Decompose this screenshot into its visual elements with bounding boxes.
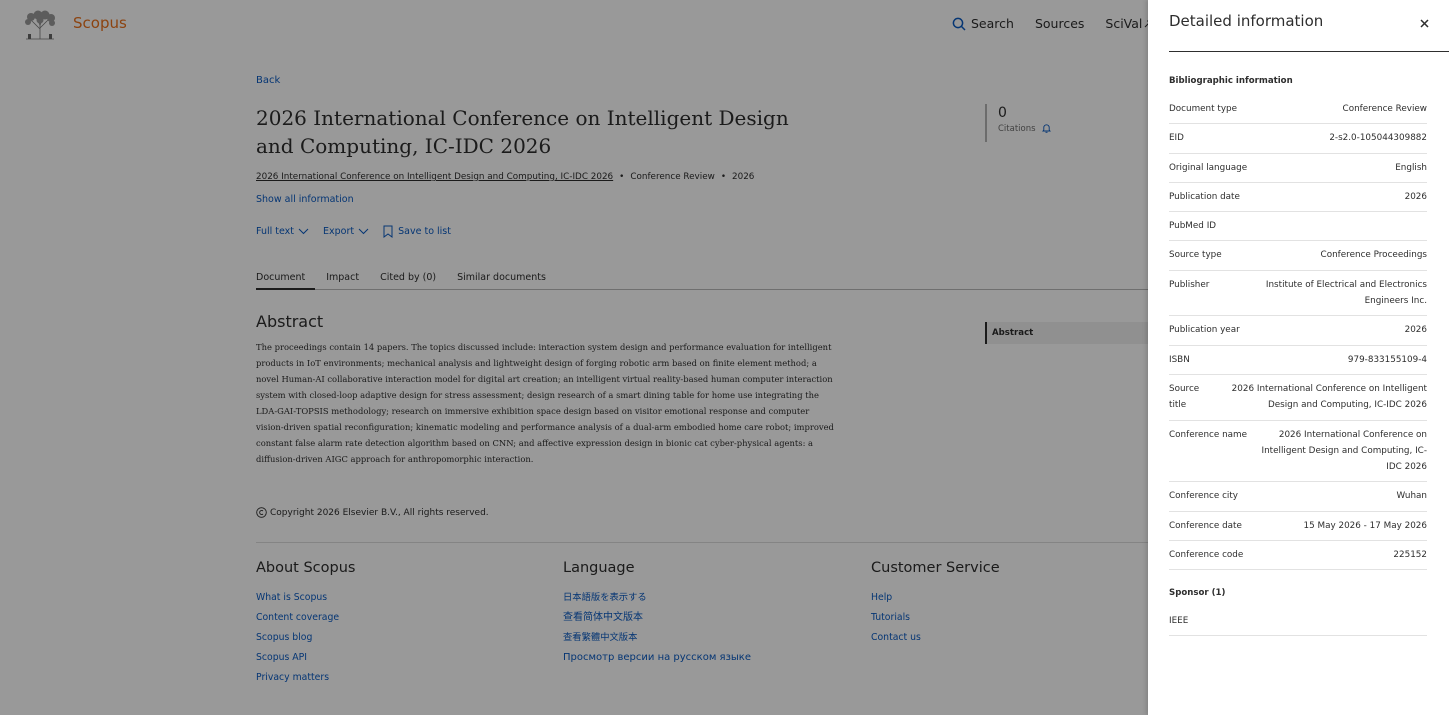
field-value: Conference Review [1342,104,1427,114]
field-value: 2-s2.0-105044309882 [1329,133,1427,144]
field-value [1289,218,1427,234]
field-value: 15 May 2026 - 17 May 2026 [1303,520,1428,531]
field-value: 2026 International Conference on Intelli… [1231,383,1427,411]
field-row: Publisher Institute of Electrical and Ele… [1169,271,1427,317]
field-row: Conference date 15 May 2026 - 17 May 2026 [1169,512,1428,542]
field-value: English [1395,162,1427,173]
field-row: EID 2-s2.0-105044309882 [1169,124,1427,154]
field-value: Institute of Electrical and Electronics … [1265,279,1427,307]
field-key: Original language [1169,162,1248,173]
field-row: Publication year 2026 [1169,316,1427,346]
field-row: ISBN 979-833155109-4 [1169,346,1427,375]
field-key: EID [1169,133,1184,144]
field-row: Conference code 225152 [1169,541,1427,571]
drawer-title: Detailed information [1169,12,1324,30]
field-row: Source type Conference Proceedings [1169,241,1427,271]
field-row: Source title 2026 International Conferenc… [1169,375,1427,421]
field-key: PubMed ID [1169,221,1217,232]
field-row: Publication date 2026 [1169,183,1427,213]
field-key: Source title [1169,383,1200,411]
sponsor-heading: Sponsor (1) [1169,588,1226,598]
field-key: Source type [1169,250,1222,261]
field-value: 2026 International Conference on Intelli… [1261,429,1427,473]
sponsor-name: IEEE [1169,616,1189,626]
sponsor-list: IEEE [1169,607,1427,637]
field-row: Original language English [1169,154,1427,183]
field-key: Publication date [1169,191,1240,202]
drawer-divider [1169,51,1449,52]
bibliographic-list: Document type Conference Review EID 2-s2.0… [1169,95,1428,571]
field-row: PubMed ID [1169,212,1427,242]
field-key: Conference name [1169,429,1248,440]
field-key: Conference date [1169,520,1242,531]
field-key: Document type [1169,104,1238,114]
field-value: Conference Proceedings [1320,250,1427,261]
field-key: Conference code [1169,550,1244,561]
field-value: 979-833155109-4 [1347,354,1427,365]
field-key: Publisher [1169,279,1210,290]
field-row: Document type Conference Review [1169,95,1427,125]
field-row: Conference city Wuhan [1169,482,1427,512]
field-row: Conference name 2026 International Confer… [1169,421,1427,483]
sponsor-row: IEEE [1169,607,1427,637]
close-icon [1419,18,1429,28]
field-value: 2026 [1404,325,1427,336]
detailed-information-drawer: Detailed information Bibliographic infor… [1148,0,1449,715]
bibliographic-heading: Bibliographic information [1169,76,1293,86]
field-value: 2026 [1404,191,1427,202]
field-value: 225152 [1393,550,1427,561]
field-key: Publication year [1169,325,1240,336]
close-button[interactable] [1414,13,1434,33]
field-key: Conference city [1169,491,1239,502]
field-key: ISBN [1169,354,1190,365]
field-value: Wuhan [1396,491,1427,502]
